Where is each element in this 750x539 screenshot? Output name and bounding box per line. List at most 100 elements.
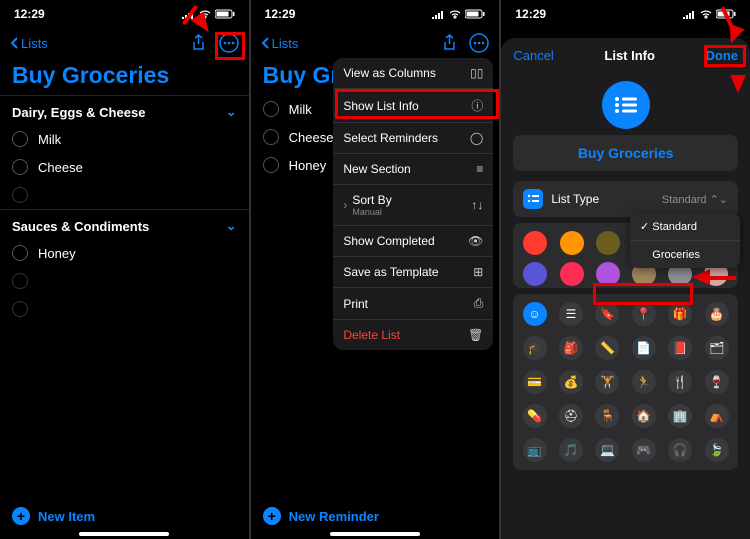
- section-header-sauces[interactable]: Sauces & Condiments ⌄: [0, 209, 249, 239]
- columns-icon: ▯▯: [470, 66, 483, 80]
- updown-icon: ⌃⌄: [710, 194, 728, 206]
- icon-option-pin[interactable]: 📍: [632, 302, 656, 326]
- item-label: Cheese: [289, 130, 334, 145]
- checkbox[interactable]: [12, 187, 28, 203]
- cancel-button[interactable]: Cancel: [513, 48, 553, 63]
- icon-option-pill[interactable]: 💊: [523, 404, 547, 428]
- reminder-item[interactable]: Honey: [0, 239, 249, 267]
- menu-print[interactable]: Print ⎙: [333, 288, 493, 320]
- color-swatch-yellow[interactable]: [596, 231, 620, 255]
- checkbox[interactable]: [12, 131, 28, 147]
- dropdown-option-groceries[interactable]: ✓ Groceries: [630, 241, 740, 268]
- checkbox[interactable]: [12, 245, 28, 261]
- icon-option-chair[interactable]: 🪑: [595, 404, 619, 428]
- check-circle-icon: ◯: [470, 131, 483, 145]
- list-name-field[interactable]: Buy Groceries: [513, 135, 738, 171]
- add-label[interactable]: New Reminder: [289, 509, 379, 524]
- annotation-arrow-head: [730, 75, 746, 93]
- list-bullet-icon: [613, 95, 639, 115]
- color-swatch-purple[interactable]: [523, 262, 547, 286]
- icon-picker: ☺ ☰ 🔖 📍 🎁 🎂 🎓 🎒 📏 📄 📕 🗂 💳 💰 🏋 🏃 🍴 🍷 💊 ⛑ …: [513, 294, 738, 470]
- icon-option-money[interactable]: 💰: [559, 370, 583, 394]
- template-icon: ⊞: [473, 265, 483, 279]
- icon-option-fork[interactable]: 🍴: [668, 370, 692, 394]
- empty-item[interactable]: [0, 295, 249, 323]
- icon-option-gift[interactable]: 🎁: [668, 302, 692, 326]
- icon-option-leaf[interactable]: 🍃: [705, 438, 729, 462]
- back-button[interactable]: Lists: [10, 36, 48, 51]
- reminder-item[interactable]: Cheese: [0, 153, 249, 181]
- list-type-row[interactable]: List Type Standard ⌃⌄ ✓ Standard ✓ Groce…: [513, 181, 738, 217]
- screen-3: 12:29 Cancel List Info Done Buy Grocerie…: [501, 0, 750, 539]
- empty-item[interactable]: [0, 267, 249, 295]
- checkbox[interactable]: [12, 159, 28, 175]
- icon-option-folder[interactable]: 🗂: [705, 336, 729, 360]
- icon-option-ruler[interactable]: 📏: [595, 336, 619, 360]
- menu-view-columns[interactable]: View as Columns ▯▯: [333, 58, 493, 89]
- icon-option-dumbbell[interactable]: 🏋: [595, 370, 619, 394]
- section-icon: ≡: [476, 162, 483, 176]
- menu-save-template[interactable]: Save as Template⊞: [333, 257, 493, 288]
- icon-option-cake[interactable]: 🎂: [705, 302, 729, 326]
- add-label[interactable]: New Item: [38, 509, 95, 524]
- sort-icon: ↑↓: [471, 198, 483, 212]
- menu-show-completed[interactable]: Show Completed👁: [333, 226, 493, 257]
- icon-option-music[interactable]: 🎵: [559, 438, 583, 462]
- share-button[interactable]: [439, 33, 459, 53]
- option-label: Standard: [652, 221, 697, 233]
- icon-option-house[interactable]: 🏠: [632, 404, 656, 428]
- status-icons: [431, 9, 485, 19]
- screen-2: 12:29 Lists Buy Gro Milk Cheese Honey Vi…: [251, 0, 500, 539]
- icon-option-run[interactable]: 🏃: [632, 370, 656, 394]
- menu-select-reminders[interactable]: Select Reminders◯: [333, 123, 493, 154]
- icon-option-building[interactable]: 🏢: [668, 404, 692, 428]
- icon-option-backpack[interactable]: 🎒: [559, 336, 583, 360]
- icon-option-bookmark[interactable]: 🔖: [595, 302, 619, 326]
- icon-option-graduation[interactable]: 🎓: [523, 336, 547, 360]
- reminder-item[interactable]: Milk: [0, 125, 249, 153]
- dropdown-option-standard[interactable]: ✓ Standard: [630, 213, 740, 241]
- icon-option-list[interactable]: ☰: [559, 302, 583, 326]
- icon-option-doc[interactable]: 📄: [632, 336, 656, 360]
- checkbox[interactable]: [12, 273, 28, 289]
- home-indicator: [79, 532, 169, 536]
- eye-icon: 👁: [468, 234, 483, 248]
- section-header-dairy[interactable]: Dairy, Eggs & Cheese ⌄: [0, 95, 249, 125]
- menu-label: Print: [343, 297, 368, 311]
- checkbox[interactable]: [263, 157, 279, 173]
- annotation-highlight-done: [704, 45, 746, 67]
- empty-item[interactable]: [0, 181, 249, 209]
- icon-option-medkit[interactable]: ⛑: [559, 404, 583, 428]
- add-button[interactable]: +: [12, 507, 30, 525]
- menu-sublabel: Manual: [352, 207, 391, 217]
- icon-option-book[interactable]: 📕: [668, 336, 692, 360]
- icon-option-wine[interactable]: 🍷: [705, 370, 729, 394]
- checkbox[interactable]: [12, 301, 28, 317]
- list-icon-preview: [602, 81, 650, 129]
- share-button[interactable]: [189, 33, 209, 53]
- checkbox[interactable]: [263, 101, 279, 117]
- menu-label: View as Columns: [343, 66, 435, 80]
- color-swatch-pink[interactable]: [560, 262, 584, 286]
- color-swatch-red[interactable]: [523, 231, 547, 255]
- icon-option-laptop[interactable]: 💻: [595, 438, 619, 462]
- item-label: Honey: [38, 246, 76, 261]
- icon-option-wallet[interactable]: 💳: [523, 370, 547, 394]
- icon-option-tv[interactable]: 📺: [523, 438, 547, 462]
- item-label: Cheese: [38, 160, 83, 175]
- icon-option-headphones[interactable]: 🎧: [668, 438, 692, 462]
- menu-delete-list[interactable]: Delete List🗑: [333, 320, 493, 350]
- nav-bar: Lists: [251, 28, 500, 58]
- more-button[interactable]: [469, 33, 489, 53]
- icon-option-tent[interactable]: ⛺: [705, 404, 729, 428]
- icon-option-smiley[interactable]: ☺: [523, 302, 547, 326]
- back-button[interactable]: Lists: [261, 36, 299, 51]
- menu-new-section[interactable]: New Section≡: [333, 154, 493, 185]
- color-swatch-orange[interactable]: [560, 231, 584, 255]
- menu-sort-by[interactable]: ›Sort ByManual↑↓: [333, 185, 493, 226]
- checkbox[interactable]: [263, 129, 279, 145]
- item-label: Honey: [289, 158, 327, 173]
- icon-option-game[interactable]: 🎮: [632, 438, 656, 462]
- print-icon: ⎙: [474, 296, 484, 311]
- add-button[interactable]: +: [263, 507, 281, 525]
